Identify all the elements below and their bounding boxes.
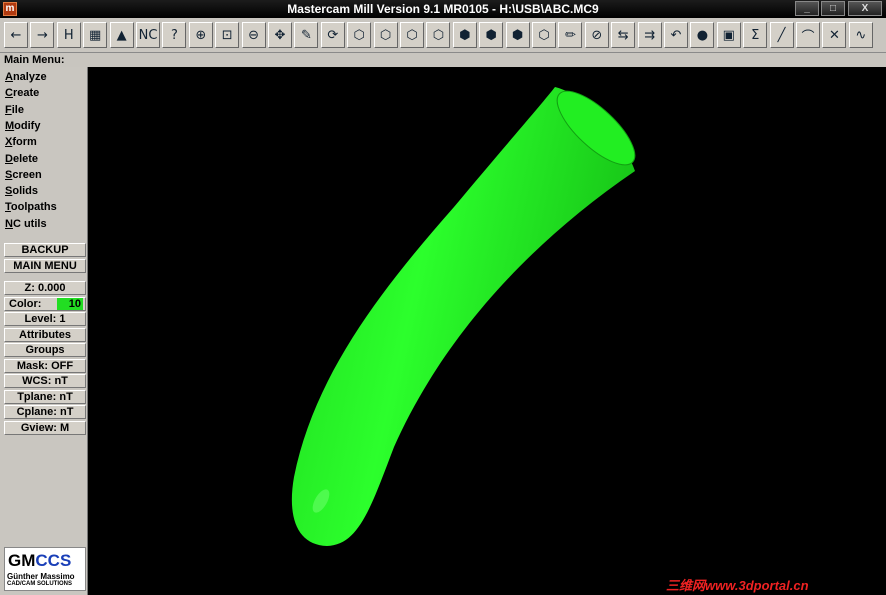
groups-button[interactable]: Groups [4,343,86,357]
maximize-button[interactable]: □ [821,1,845,16]
shaded-part-view [291,87,636,546]
color-button[interactable]: Color: 10 [4,297,86,311]
line-icon[interactable]: ╱ [769,22,794,48]
front-view-cube-icon[interactable]: ⬡ [400,22,424,48]
logo-title-ccs: CCS [35,551,72,570]
menu-screen-label: creen [12,168,42,181]
menu-nc-utils-label: C utils [12,217,47,230]
menu-modify[interactable]: Modify [5,120,40,132]
logo-title-gm: GM [8,551,36,570]
forward-arrow-icon[interactable]: → [30,22,55,48]
menu-xform-label: form [12,136,37,149]
main-menu-label: Main Menu: [0,53,886,67]
menu-delete-hotkey: D [5,152,13,165]
gmccs-logo: GMCCS Günther Massimo CAD/CAM SOLUTIONS [4,547,86,591]
layers-icon[interactable]: ▣ [716,22,741,48]
zoom-out-icon[interactable]: ⊖ [241,22,266,48]
arc-icon[interactable]: ⌒ [796,22,820,48]
menu-file-hotkey: F [5,103,12,116]
iso-red-cube3-icon[interactable]: ⬢ [505,22,530,48]
sphere-icon[interactable]: ● [690,22,715,48]
tplane-button[interactable]: Tplane: nT [4,390,86,404]
logo-name: Günther Massimo [7,572,75,581]
edit-icon[interactable]: ✎ [294,22,319,48]
menu-analyze[interactable]: Analyze [5,71,47,83]
menu-create-hotkey: C [5,87,13,100]
back-arrow-icon[interactable]: ← [4,22,28,48]
cplane-button[interactable]: Cplane: nT [4,405,86,419]
menu-toolpaths-label: oolpaths [10,201,57,214]
menu-modify-hotkey: M [5,119,15,132]
minimize-button[interactable]: _ [795,1,819,16]
pan-icon[interactable]: ✥ [268,22,292,48]
trim-icon[interactable]: ✕ [822,22,847,48]
menu-toolpaths[interactable]: Toolpaths [5,201,57,213]
backup-button[interactable]: BACKUP [4,243,86,257]
z-depth-button[interactable]: Z: 0.000 [4,281,86,295]
close-button[interactable]: X [848,1,882,16]
menu-modify-label: odify [14,119,41,132]
menu-analyze-hotkey: A [5,71,13,83]
menu-nc-utils[interactable]: NC utils [5,218,47,230]
menu-create-label: reate [12,87,40,100]
logo-subtitle: CAD/CAM SOLUTIONS [7,581,72,587]
iso-red-cube2-icon[interactable]: ⬢ [479,22,504,48]
menu-analyze-label: nalyze [12,71,47,83]
rotate-view-icon[interactable]: ⟳ [320,22,345,48]
menu-solids[interactable]: Solids [5,185,38,197]
level-button[interactable]: Level: 1 [4,312,86,326]
undo-icon[interactable]: ↶ [664,22,688,48]
menu-solids-label: olids [12,185,39,198]
graphics-viewport[interactable] [89,67,886,595]
iso-red-cube-icon[interactable]: ⬢ [452,22,477,48]
no-icon[interactable]: ⊘ [584,22,609,48]
nc-data-icon[interactable]: NC [136,22,160,48]
transform-copy-icon[interactable]: ⇆ [611,22,636,48]
3d-cube-icon[interactable]: ⬡ [532,22,556,48]
menu-screen[interactable]: Screen [5,169,42,181]
zoom-window-icon[interactable]: ⊕ [188,22,213,48]
window-title: Mastercam Mill Version 9.1 MR0105 - H:\U… [287,2,599,16]
toolbar: ← → H ▦ ▲ NC? ⊕ ⊡ ⊖ ✥ ✎ ⟳ ⬡ ⬡ ⬡ ⬡ ⬢ ⬢ ⬢ ⬡ ✏ ⊘ ⇆ ⇉ ↶ ● ▣ Σ ╱ ⌒ ✕ ∿ [0,18,886,53]
menu-delete[interactable]: Delete [5,153,38,165]
curved-tube-body [291,87,635,546]
menu-xform[interactable]: Xform [5,136,37,148]
color-swatch: 10 [57,298,83,310]
transform-move-icon[interactable]: ⇉ [637,22,662,48]
side-view-cube-icon[interactable]: ⬡ [426,22,451,48]
spline-icon[interactable]: ∿ [848,22,873,48]
wire-cube-icon[interactable]: ⬡ [347,22,372,48]
menu-delete-label: elete [12,152,39,165]
logo-title: GMCCS [8,551,71,571]
sidebar: Analyze Create File Modify Xform Delete Screen… [0,67,88,595]
analyze-query-icon[interactable]: ? [162,22,187,48]
hst-icon[interactable]: H [56,22,81,48]
watermark-text: 三维网www.3dportal.cn [666,578,809,593]
color-label: Color: [9,298,42,310]
shade-icon[interactable]: ✏ [558,22,583,48]
title-bar: m Mastercam Mill Version 9.1 MR0105 - H:… [0,0,886,18]
select-icon[interactable]: ▦ [83,22,108,48]
menu-create[interactable]: Create [5,87,39,99]
menu-nc-utils-hotkey: N [5,217,13,230]
gview-button[interactable]: Gview: M [4,421,86,435]
mask-button[interactable]: Mask: OFF [4,359,86,373]
sum-icon[interactable]: Σ [743,22,768,48]
main-menu-button[interactable]: MAIN MENU [4,259,86,273]
mill-icon[interactable]: ▲ [109,22,134,48]
wcs-button[interactable]: WCS: nT [4,374,86,388]
attributes-button[interactable]: Attributes [4,328,86,342]
menu-file-label: ile [11,103,24,116]
top-view-cube-icon[interactable]: ⬡ [373,22,398,48]
zoom-fit-icon[interactable]: ⊡ [215,22,240,48]
menu-file[interactable]: File [5,104,24,116]
